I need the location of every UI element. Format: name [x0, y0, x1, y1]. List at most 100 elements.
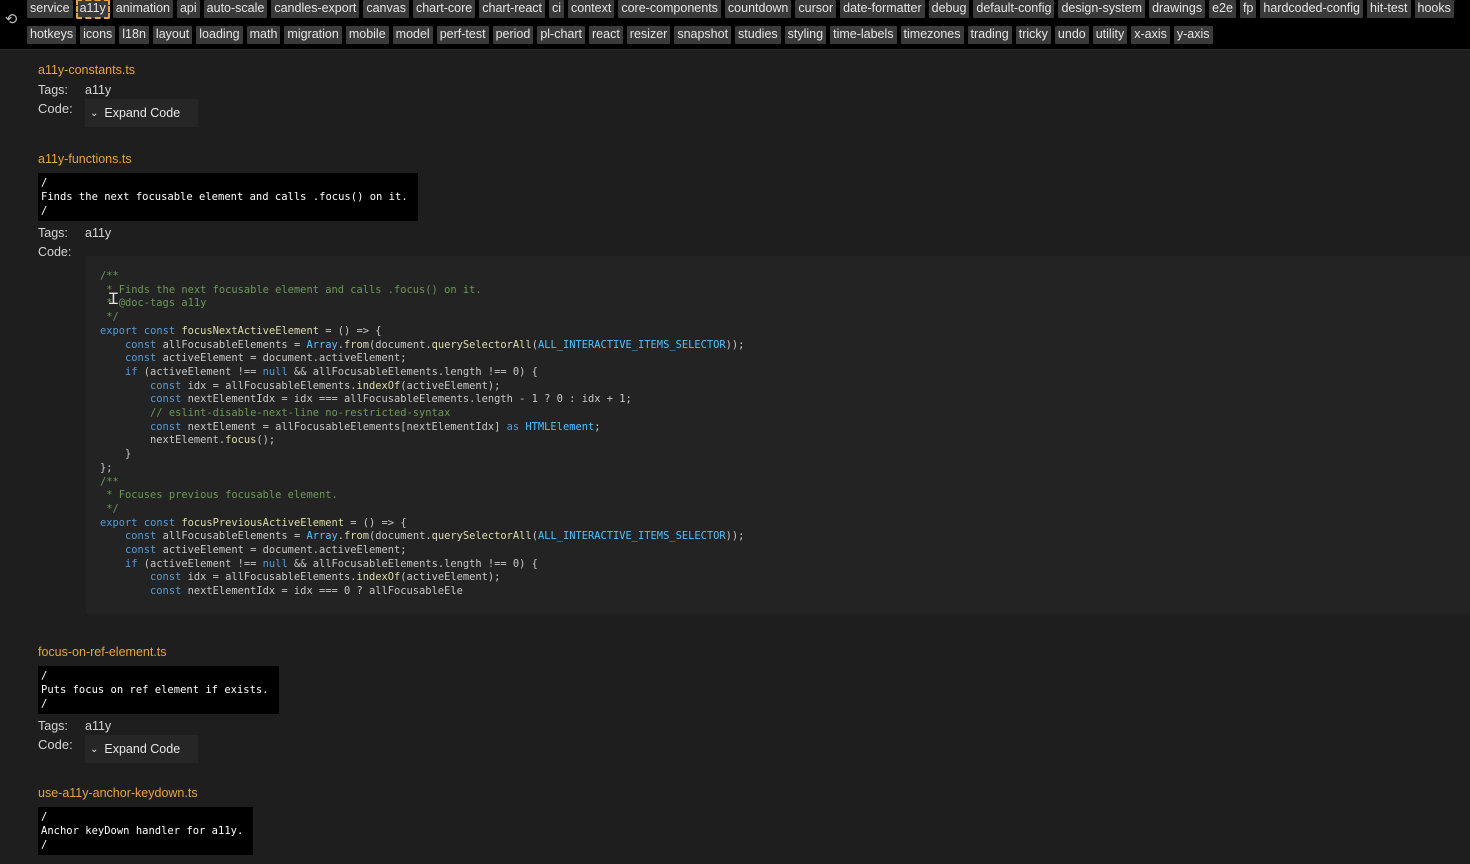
tag-filter-canvas[interactable]: canvas	[363, 0, 409, 18]
code-line: if (activeElement !== null && allFocusab…	[125, 365, 538, 378]
code-block: /** * Finds the next focusable element a…	[100, 270, 744, 599]
tag-filter-perf-test[interactable]: perf-test	[436, 26, 489, 44]
tag-filter-studies[interactable]: studies	[735, 26, 781, 44]
code-line: export const focusNextActiveElement = ()…	[100, 324, 382, 337]
tag-filter-context[interactable]: context	[568, 0, 615, 18]
file-title[interactable]: a11y-constants.ts	[38, 63, 198, 77]
code-line: */	[100, 311, 119, 324]
code-line: const nextElementIdx = idx === 0 ? allFo…	[150, 585, 463, 598]
file-tag[interactable]: a11y	[85, 719, 111, 733]
tag-filter-animation[interactable]: animation	[112, 0, 173, 18]
code-line: const activeElement = document.activeEle…	[125, 352, 407, 365]
tag-filter-y-axis[interactable]: y-axis	[1173, 26, 1213, 44]
expand-code-button[interactable]: ⌄ Expand Code	[85, 99, 199, 127]
tag-filter-undo[interactable]: undo	[1054, 26, 1089, 44]
tag-filter-bar: ⟲ service a11y animation api auto-scale candl…	[0, 0, 1470, 50]
code-line: const allFocusableElements = Array.from(…	[125, 530, 745, 543]
tag-filter-resizer[interactable]: resizer	[626, 26, 671, 44]
tag-row-2: hotkeys icons l18n layout loading math migrati…	[27, 26, 1213, 44]
code-line: if (activeElement !== null && allFocusab…	[125, 557, 538, 570]
code-row: Code: ⌄ Expand Code	[38, 99, 199, 127]
code-line: nextElement.focus();	[100, 434, 276, 447]
tag-filter-a11y[interactable]: a11y	[75, 0, 110, 19]
tag-filter-pl-chart[interactable]: pl-chart	[537, 26, 585, 44]
tag-filter-math[interactable]: math	[246, 26, 281, 44]
doc-comment: / Finds the next focusable element and c…	[38, 173, 418, 221]
tag-filter-layout[interactable]: layout	[152, 26, 193, 44]
file-tag[interactable]: a11y	[85, 226, 111, 240]
tag-filter-time-labels[interactable]: time-labels	[830, 26, 897, 44]
tag-filter-auto-scale[interactable]: auto-scale	[203, 0, 268, 18]
tag-filter-model[interactable]: model	[392, 26, 433, 44]
file-title[interactable]: a11y-functions.ts	[38, 152, 418, 166]
code-line: };	[100, 461, 113, 474]
tag-filter-snapshot[interactable]: snapshot	[674, 26, 732, 44]
tag-filter-candles-export[interactable]: candles-export	[271, 0, 360, 18]
tags-row: Tags: a11y	[38, 716, 279, 735]
file-tag[interactable]: a11y	[85, 83, 111, 97]
doc-comment: / Anchor keyDown handler for a11y. /	[38, 807, 254, 855]
tag-filter-chart-core[interactable]: chart-core	[412, 0, 476, 18]
code-line: /**	[100, 475, 119, 488]
file-entry: a11y-functions.ts / Finds the next focus…	[38, 152, 418, 261]
tag-filter-l18n[interactable]: l18n	[119, 26, 149, 44]
code-line: // eslint-disable-next-line no-restricte…	[100, 407, 451, 420]
tag-filter-fp[interactable]: fp	[1239, 0, 1257, 18]
tag-filter-styling[interactable]: styling	[784, 26, 827, 44]
tag-filter-utility[interactable]: utility	[1092, 26, 1128, 44]
tags-label: Tags:	[38, 225, 68, 240]
code-line: const nextElement = allFocusableElements…	[150, 420, 601, 433]
code-line: const activeElement = document.activeEle…	[125, 544, 407, 557]
tag-filter-period[interactable]: period	[492, 26, 534, 44]
code-line: const nextElementIdx = idx === allFocusa…	[150, 393, 632, 406]
tag-filter-countdown[interactable]: countdown	[724, 0, 792, 18]
tag-filter-core-components[interactable]: core-components	[618, 0, 721, 18]
tag-filter-e2e[interactable]: e2e	[1209, 0, 1236, 18]
code-label: Code:	[38, 101, 73, 116]
tag-filter-chart-react[interactable]: chart-react	[479, 0, 545, 18]
code-line: */	[100, 502, 119, 515]
tags-row: Tags: a11y	[38, 80, 198, 99]
code-line: /**	[100, 270, 119, 282]
tag-filter-trading[interactable]: trading	[967, 26, 1012, 44]
expand-code-label: Expand Code	[104, 106, 181, 120]
file-title[interactable]: use-a11y-anchor-keydown.ts	[38, 786, 253, 800]
tag-filter-migration[interactable]: migration	[284, 26, 342, 44]
expand-code-button[interactable]: ⌄ Expand Code	[85, 735, 199, 763]
tag-filter-hit-test[interactable]: hit-test	[1367, 0, 1411, 18]
file-entry: a11y-constants.ts Tags: a11y Code: ⌄ Exp…	[38, 63, 199, 127]
tag-filter-hooks[interactable]: hooks	[1414, 0, 1454, 18]
tag-filter-date-formatter[interactable]: date-formatter	[840, 0, 925, 18]
tag-filter-cursor[interactable]: cursor	[795, 0, 837, 18]
code-line: const idx = allFocusableElements.indexOf…	[150, 379, 501, 392]
tag-filter-x-axis[interactable]: x-axis	[1131, 26, 1170, 44]
refresh-icon[interactable]: ⟲	[3, 12, 19, 28]
tag-filter-hardcoded-config[interactable]: hardcoded-config	[1260, 0, 1363, 18]
chevron-down-icon: ⌄	[90, 743, 99, 755]
tag-filter-tricky[interactable]: tricky	[1015, 26, 1051, 44]
code-line: }	[100, 448, 132, 461]
code-line: const idx = allFocusableElements.indexOf…	[150, 571, 501, 584]
tag-filter-icons[interactable]: icons	[80, 26, 116, 44]
tag-filter-react[interactable]: react	[589, 26, 623, 44]
code-line: export const focusPreviousActiveElement …	[100, 516, 407, 529]
code-label: Code:	[38, 244, 72, 259]
tag-filter-loading[interactable]: loading	[196, 26, 243, 44]
tag-filter-api[interactable]: api	[176, 0, 200, 18]
code-line: const allFocusableElements = Array.from(…	[125, 338, 745, 351]
tag-filter-service[interactable]: service	[27, 0, 73, 18]
tag-filter-default-config[interactable]: default-config	[973, 0, 1055, 18]
code-label: Code:	[38, 737, 73, 752]
tag-filter-mobile[interactable]: mobile	[345, 26, 389, 44]
tag-filter-debug[interactable]: debug	[928, 0, 970, 18]
file-title[interactable]: focus-on-ref-element.ts	[38, 645, 279, 659]
tag-filter-timezones[interactable]: timezones	[900, 26, 964, 44]
tag-filter-hotkeys[interactable]: hotkeys	[27, 26, 77, 44]
code-viewer[interactable]: /** * Finds the next focusable element a…	[86, 256, 1470, 614]
tags-label: Tags:	[38, 718, 68, 733]
doc-comment: / Puts focus on ref element if exists. /	[38, 666, 279, 714]
tag-filter-design-system[interactable]: design-system	[1058, 0, 1146, 18]
text-cursor-icon: Ɪ	[109, 291, 118, 308]
tag-filter-ci[interactable]: ci	[549, 0, 565, 18]
tag-filter-drawings[interactable]: drawings	[1149, 0, 1206, 18]
